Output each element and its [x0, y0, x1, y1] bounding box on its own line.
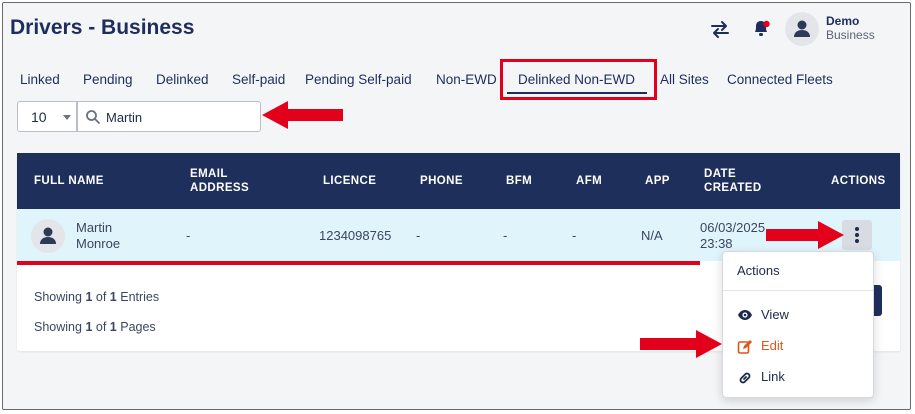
tab-all-sites[interactable]: All Sites — [660, 72, 709, 87]
entries-summary: Showing 1 of 1 Entries — [34, 290, 160, 304]
menu-item-edit[interactable]: Edit — [737, 336, 862, 356]
row-actions-button[interactable] — [842, 220, 872, 250]
column-header-date-created[interactable]: DATE CREATED — [704, 167, 764, 195]
row-highlight-underline — [17, 261, 700, 265]
tab-linked[interactable]: Linked — [20, 72, 60, 87]
cell-bfm: - — [503, 228, 508, 243]
cell-date: 06/03/2025 — [700, 220, 766, 235]
swap-arrows-icon[interactable] — [709, 18, 731, 40]
cell-email: - — [186, 228, 191, 243]
cell-afm: - — [572, 228, 577, 243]
search-icon — [86, 110, 100, 124]
search-value: Martin — [106, 110, 143, 125]
cell-time: 23:38 — [700, 236, 733, 249]
user-name[interactable]: Demo — [826, 14, 859, 28]
edit-icon — [737, 340, 752, 354]
actions-menu-title: Actions — [737, 263, 780, 278]
driver-first-name: Martin — [76, 220, 113, 235]
link-icon — [739, 372, 751, 384]
page-size-value: 10 — [31, 109, 47, 125]
tab-highlight-box — [500, 59, 657, 100]
page-title: Drivers - Business — [10, 16, 195, 39]
column-header-email[interactable]: EMAIL ADDRESS — [190, 167, 260, 195]
column-header-full-name[interactable]: FULL NAME — [34, 174, 104, 188]
tab-pending-self-paid[interactable]: Pending Self-paid — [305, 72, 412, 87]
cell-phone: - — [416, 228, 421, 243]
cell-app: N/A — [641, 228, 663, 243]
chevron-down-icon — [63, 115, 71, 120]
menu-item-view[interactable]: View — [737, 305, 862, 325]
annotation-arrow-icon — [262, 101, 343, 129]
tab-non-ewd[interactable]: Non-EWD — [436, 72, 497, 87]
menu-divider — [723, 290, 873, 291]
search-input[interactable]: Martin — [77, 101, 261, 132]
user-role: Business — [826, 28, 875, 42]
driver-last-name: Monroe — [76, 236, 121, 249]
page-size-select[interactable]: 10 — [17, 101, 77, 132]
person-icon — [40, 227, 56, 244]
tab-delinked[interactable]: Delinked — [156, 72, 209, 87]
column-header-licence[interactable]: LICENCE — [323, 174, 376, 188]
user-avatar[interactable] — [785, 12, 819, 46]
column-header-afm[interactable]: AFM — [576, 174, 602, 188]
annotation-arrow-icon — [640, 330, 722, 358]
tab-self-paid[interactable]: Self-paid — [232, 72, 285, 87]
column-header-phone[interactable]: PHONE — [420, 174, 463, 188]
column-header-bfm[interactable]: BFM — [506, 174, 532, 188]
menu-item-link[interactable]: Link — [737, 367, 862, 387]
column-header-app[interactable]: APP — [645, 174, 670, 188]
annotation-arrow-icon — [766, 221, 844, 249]
person-icon — [794, 20, 810, 37]
tab-pending[interactable]: Pending — [83, 72, 133, 87]
actions-menu: Actions View Edit Link — [722, 251, 874, 398]
cell-licence: 1234098765 — [319, 228, 392, 243]
column-header-actions: ACTIONS — [831, 175, 886, 187]
notification-bell-icon[interactable] — [750, 17, 772, 39]
eye-icon — [738, 310, 752, 320]
pages-summary: Showing 1 of 1 Pages — [34, 320, 156, 334]
driver-avatar — [31, 219, 65, 253]
tab-connected-fleets[interactable]: Connected Fleets — [727, 72, 833, 87]
